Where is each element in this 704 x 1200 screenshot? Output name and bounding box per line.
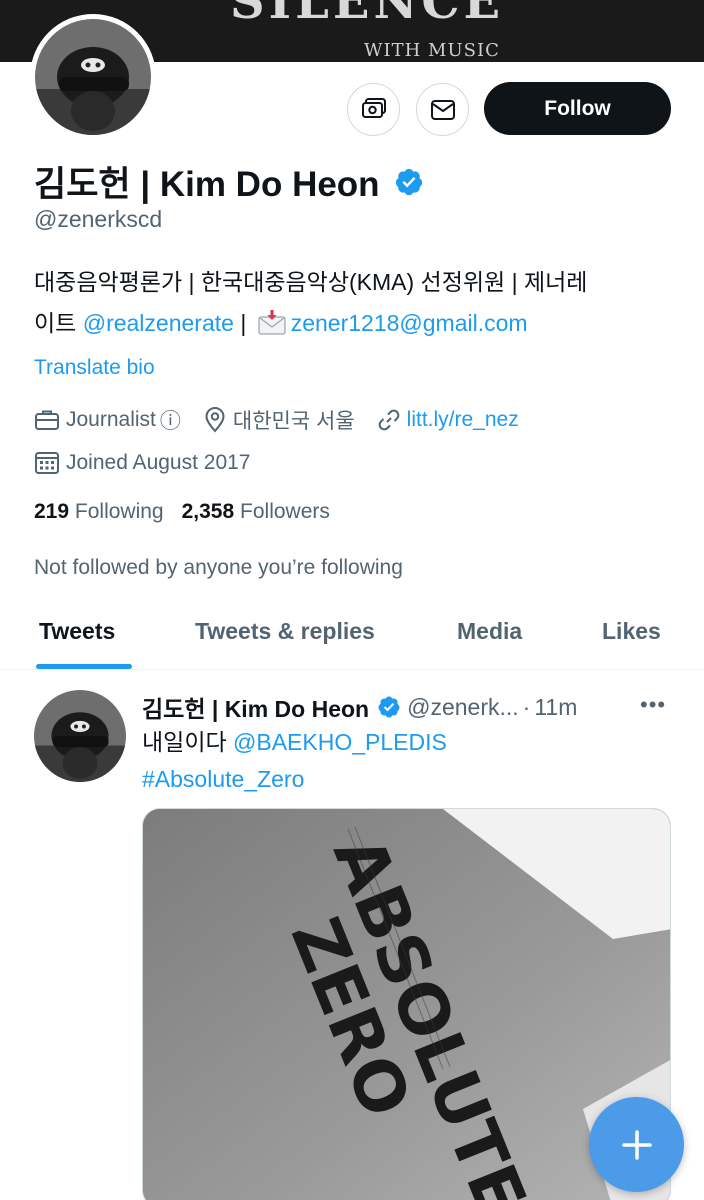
tab-tweets[interactable]: Tweets — [39, 618, 115, 645]
profile-avatar[interactable] — [30, 14, 156, 140]
following-stat[interactable]: 219 Following — [34, 500, 164, 523]
following-label: Following — [74, 500, 164, 523]
bio-email-link[interactable]: zener1218@gmail.com — [291, 310, 528, 336]
profile-joined: Joined August 2017 — [34, 450, 251, 476]
tweet-author-handle[interactable]: @zenerk... — [407, 694, 519, 721]
active-tab-indicator — [36, 664, 132, 669]
translate-bio-link[interactable]: Translate bio — [34, 356, 155, 380]
verified-badge-icon — [377, 695, 401, 719]
calendar-icon — [35, 452, 59, 474]
tweet-header: 김도헌 | Kim Do Heon @zenerk... · 11m — [142, 690, 577, 724]
profile-bio: 대중음악평론가 | 한국대중음악상(KMA) 선정위원 | 제너레 이트 @re… — [34, 262, 674, 348]
bio-separator: | — [233, 310, 253, 336]
profile-meta-row: Journalist ⓘ 대한민국 서울 litt.ly/re_nez — [34, 405, 541, 435]
profile-name: 김도헌 | Kim Do Heon — [34, 156, 424, 207]
profile-location: 대한민국 서울 — [203, 405, 355, 435]
banner-subtext: WITH MUSIC — [364, 40, 500, 61]
not-followed-note: Not followed by anyone you’re following — [34, 556, 403, 579]
bio-line-1: 대중음악평론가 | 한국대중음악상(KMA) 선정위원 | 제너레 — [34, 269, 588, 295]
plus-icon — [621, 1129, 652, 1160]
message-button[interactable] — [416, 83, 469, 136]
briefcase-icon — [35, 410, 59, 430]
profile-handle: @zenerkscd — [34, 206, 163, 232]
tab-tweets-replies[interactable]: Tweets & replies — [195, 618, 375, 645]
profile-joined-row: Joined August 2017 — [34, 450, 273, 476]
profile-tabs: Tweets Tweets & replies Media Likes — [0, 600, 704, 670]
tweet-mention-link[interactable]: @BAEKHO_PLEDIS — [233, 729, 447, 755]
money-icon — [361, 97, 386, 118]
followers-label: Followers — [240, 500, 330, 523]
location-label: 대한민국 서울 — [232, 410, 355, 433]
website-link[interactable]: litt.ly/re_nez — [407, 408, 519, 432]
location-pin-icon — [205, 407, 225, 433]
joined-label: Joined August 2017 — [66, 451, 251, 474]
bio-line-2: 이트 @realzenerate | zener1218@gmail.com — [34, 303, 674, 348]
verified-badge-icon[interactable] — [394, 167, 424, 197]
followers-stat[interactable]: 2,358 Followers — [182, 500, 330, 523]
more-options-icon[interactable]: ••• — [640, 692, 666, 718]
profile-stats: 219 Following 2,358 Followers — [34, 500, 330, 524]
tweet-author-name[interactable]: 김도헌 | Kim Do Heon — [142, 690, 369, 724]
profile-website[interactable]: litt.ly/re_nez — [377, 408, 519, 432]
incoming-mail-emoji-icon — [257, 307, 287, 348]
tweet-hashtag-link[interactable]: #Absolute_Zero — [142, 766, 304, 792]
follow-button[interactable]: Follow — [484, 82, 671, 135]
tab-likes[interactable]: Likes — [602, 618, 661, 645]
tweet-text-body: 내일이다 — [142, 729, 234, 755]
subscribe-button[interactable] — [347, 83, 400, 136]
info-icon[interactable]: ⓘ — [160, 405, 181, 435]
following-count: 219 — [34, 500, 70, 523]
bio-mention-link[interactable]: @realzenerate — [83, 310, 234, 336]
bio-text: 이트 — [34, 310, 83, 336]
tab-media[interactable]: Media — [457, 618, 522, 645]
category-label: Journalist — [66, 408, 156, 431]
tweet-avatar[interactable] — [34, 690, 126, 782]
banner-text: SILENCE — [230, 0, 505, 30]
profile-name-text: 김도헌 | Kim Do Heon — [34, 165, 380, 204]
compose-tweet-button[interactable] — [589, 1097, 684, 1192]
profile-category: Journalist ⓘ — [34, 405, 181, 435]
tweet-text: 내일이다 @BAEKHO_PLEDIS #Absolute_Zero — [142, 724, 662, 798]
tweet-timestamp[interactable]: 11m — [534, 694, 577, 721]
envelope-icon — [430, 99, 455, 120]
followers-count: 2,358 — [181, 500, 235, 523]
tweet-separator: · — [522, 693, 531, 720]
link-icon — [378, 409, 399, 431]
